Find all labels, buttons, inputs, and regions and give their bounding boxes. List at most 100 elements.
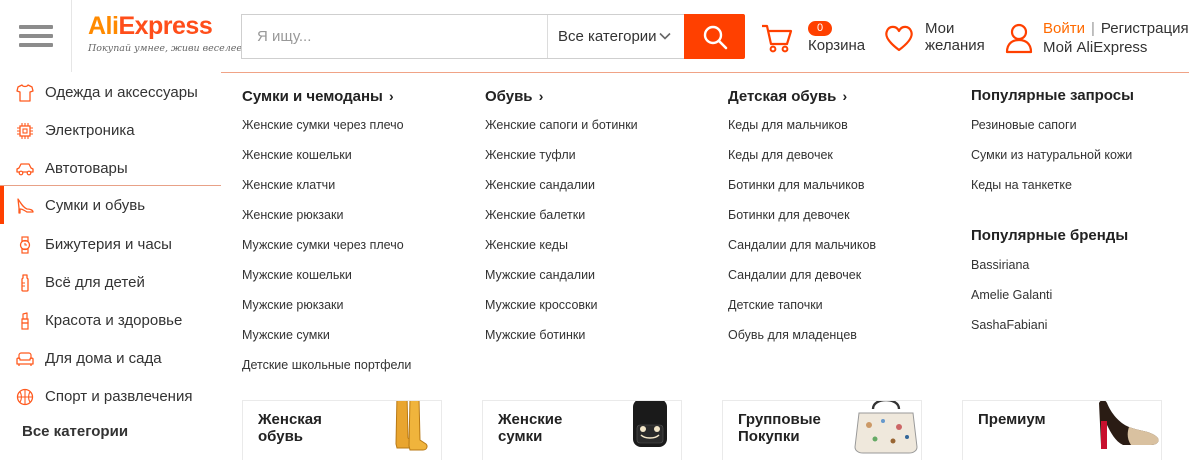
menu-column-popular: Популярные запросы Резиновые сапоги Сумк… (971, 87, 1189, 348)
menu-link[interactable]: Сандалии для мальчиков (728, 238, 958, 268)
menu-link[interactable]: Мужские ботинки (485, 328, 715, 358)
promo-womens-shoes[interactable]: Женская обувь (242, 400, 442, 460)
user-icon (1005, 23, 1033, 54)
watch-icon (19, 236, 31, 254)
sidebar-item-label: Для дома и сада (45, 349, 162, 367)
search-button[interactable] (684, 14, 745, 59)
sidebar-item-kids[interactable]: Всё для детей (0, 263, 222, 301)
menu-link[interactable]: Мужские кошельки (242, 268, 472, 298)
menu-link[interactable]: Женские туфли (485, 148, 715, 178)
sidebar-item-jewelry[interactable]: Бижутерия и часы (0, 225, 222, 263)
chevron-down-icon (659, 32, 671, 40)
menu-link[interactable]: Мужские сандалии (485, 268, 715, 298)
logo-ali: Ali (88, 12, 119, 40)
menu-heading-kids-shoes[interactable]: Детская обувь › (728, 87, 958, 105)
menu-link[interactable]: Мужские рюкзаки (242, 298, 472, 328)
search-icon (703, 25, 727, 49)
category-select-label: Все категории (558, 28, 657, 45)
sidebar-item-label: Красота и здоровье (45, 311, 183, 329)
menu-link[interactable]: Bassiriana (971, 258, 1189, 288)
account-area: Войти | Регистрация Мой AliExpress (1003, 18, 1189, 58)
lipstick-icon (21, 312, 29, 330)
high-heel-image (1099, 401, 1159, 449)
ball-icon (16, 388, 34, 406)
sidebar-item-label: Сумки и обувь (45, 196, 146, 214)
sidebar-item-sport[interactable]: Спорт и развлечения (0, 377, 222, 415)
logo-express: Express (118, 12, 213, 40)
category-select[interactable]: Все категории (547, 15, 684, 58)
my-aliexpress-link[interactable]: Мой AliExpress (1043, 39, 1147, 57)
sidebar-item-home-garden[interactable]: Для дома и сада (0, 339, 222, 377)
search-input[interactable] (242, 15, 547, 58)
menu-link[interactable]: Кеды на танкетке (971, 178, 1189, 208)
promo-title: Женские сумки (498, 411, 563, 445)
menu-link[interactable]: Детские тапочки (728, 298, 958, 328)
menu-column-kids-shoes: Детская обувь › Кеды для мальчиков Кеды … (728, 87, 958, 358)
sidebar-item-label: Спорт и развлечения (45, 387, 193, 405)
login-link[interactable]: Войти (1043, 20, 1085, 37)
menu-column-shoes: Обувь › Женские сапоги и ботинки Женские… (485, 87, 715, 358)
all-categories-link[interactable]: Все категории (22, 423, 128, 440)
menu-link[interactable]: Резиновые сапоги (971, 118, 1189, 148)
promo-womens-bags[interactable]: Женские сумки (482, 400, 682, 460)
menu-link[interactable]: Женские сандалии (485, 178, 715, 208)
popular-brands-heading: Популярные бренды (971, 227, 1129, 244)
sidebar-item-label: Бижутерия и часы (45, 235, 172, 253)
bottle-icon (21, 274, 29, 292)
black-backpack-image (633, 401, 667, 447)
search-bar: Все категории (241, 14, 745, 59)
car-icon (16, 163, 34, 176)
category-sidebar: Одежда и аксессуары Электроника Автотова… (0, 72, 223, 460)
menu-column-bags: Сумки и чемоданы › Женские сумки через п… (242, 87, 472, 388)
yellow-boots-image (395, 401, 428, 451)
menu-link[interactable]: Мужские сумки через плечо (242, 238, 472, 268)
menu-link[interactable]: Женские рюкзаки (242, 208, 472, 238)
sidebar-item-electronics[interactable]: Электроника (0, 111, 222, 149)
menu-link[interactable]: Ботинки для девочек (728, 208, 958, 238)
shirt-icon (16, 84, 34, 102)
sidebar-item-auto[interactable]: Автотовары (0, 149, 222, 187)
menu-link[interactable]: Женские клатчи (242, 178, 472, 208)
menu-link[interactable]: Женские сапоги и ботинки (485, 118, 715, 148)
menu-heading-shoes[interactable]: Обувь › (485, 87, 715, 105)
sidebar-item-clothing[interactable]: Одежда и аксессуары (0, 73, 222, 111)
shoe-icon (17, 198, 34, 214)
menu-link[interactable]: Amelie Galanti (971, 288, 1189, 318)
printed-bag-image (854, 401, 918, 454)
menu-link[interactable]: Кеды для девочек (728, 148, 958, 178)
menu-link[interactable]: Мужские сумки (242, 328, 472, 358)
menu-link[interactable]: SashaFabiani (971, 318, 1189, 348)
menu-link[interactable]: Кеды для мальчиков (728, 118, 958, 148)
chip-icon (17, 123, 33, 139)
promo-group-buy[interactable]: Групповые Покупки (722, 400, 922, 460)
menu-link[interactable]: Женские кошельки (242, 148, 472, 178)
menu-link[interactable]: Мужские кроссовки (485, 298, 715, 328)
wishlist-label-line2: желания (925, 37, 985, 54)
menu-link[interactable]: Обувь для младенцев (728, 328, 958, 358)
cart-label: Корзина (808, 37, 866, 54)
menu-link[interactable]: Сандалии для девочек (728, 268, 958, 298)
sidebar-item-label: Всё для детей (45, 273, 145, 291)
menu-heading-bags[interactable]: Сумки и чемоданы › (242, 87, 472, 105)
register-link[interactable]: Регистрация (1101, 20, 1189, 37)
wishlist-button[interactable]: Мои желания (883, 18, 993, 58)
menu-link[interactable]: Ботинки для мальчиков (728, 178, 958, 208)
sidebar-item-beauty[interactable]: Красота и здоровье (0, 301, 222, 339)
cart-button[interactable]: 0 Корзина (760, 18, 870, 58)
menu-link[interactable]: Женские кеды (485, 238, 715, 268)
menu-link[interactable]: Детские школьные портфели (242, 358, 472, 388)
wishlist-label-line1: Мои (925, 20, 955, 37)
sidebar-item-bags-shoes[interactable]: Сумки и обувь (0, 186, 223, 224)
promo-title: Женская обувь (258, 411, 322, 445)
logo-tagline: Покупай умнее, живи веселее! (88, 43, 246, 54)
logo[interactable]: AliExpress Покупай умнее, живи веселее! (88, 12, 246, 62)
promo-premium[interactable]: Премиум (962, 400, 1162, 460)
heart-icon (885, 25, 913, 52)
menu-icon[interactable] (0, 0, 72, 72)
menu-link[interactable]: Сумки из натуральной кожи (971, 148, 1189, 178)
cart-icon (762, 24, 793, 53)
promo-title: Премиум (978, 411, 1046, 428)
promo-title: Групповые Покупки (738, 411, 821, 445)
menu-link[interactable]: Женские балетки (485, 208, 715, 238)
menu-link[interactable]: Женские сумки через плечо (242, 118, 472, 148)
